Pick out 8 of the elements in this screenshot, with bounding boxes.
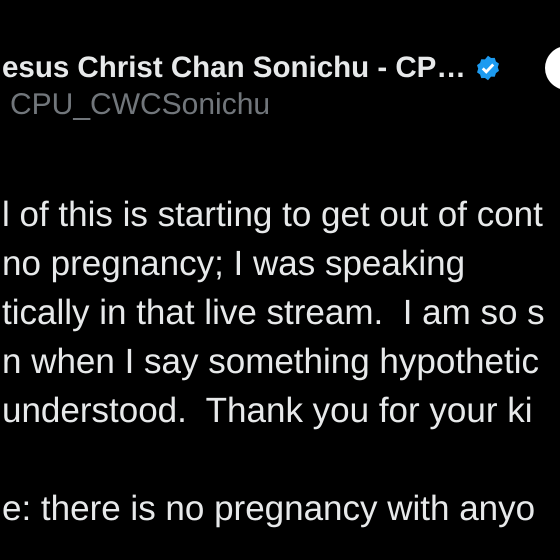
author-name[interactable]: esus Christ Chan Sonichu - CP… bbox=[2, 53, 466, 83]
tweet-text-line: understood. Thank you for your ki bbox=[2, 390, 532, 432]
tweet-text-line: e: there is no pregnancy with anyo bbox=[2, 488, 536, 530]
author-handle[interactable]: CPU_CWCSonichu bbox=[2, 90, 270, 120]
tweet-text-line: l of this is starting to get out of cont bbox=[2, 194, 543, 236]
tweet-text-line: no pregnancy; I was speaking bbox=[2, 243, 466, 285]
tweet-text-line: tically in that live stream. I am so s bbox=[2, 292, 545, 334]
tweet-text-line: n when I say something hypothetic bbox=[2, 341, 539, 383]
